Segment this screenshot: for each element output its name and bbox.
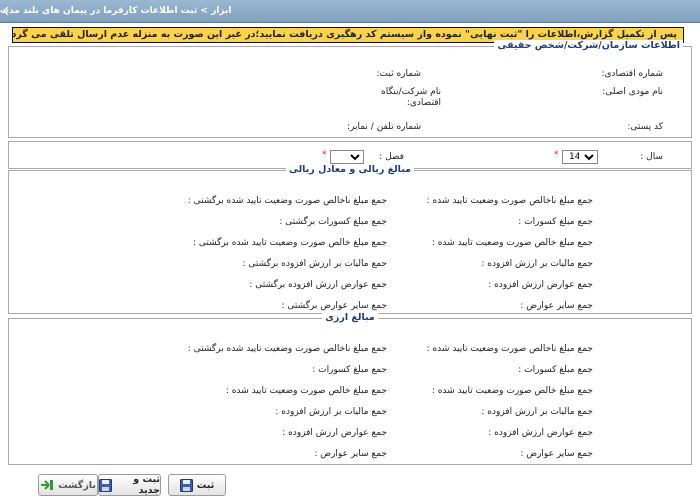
foreign-left-label: جمع مبلغ خالص صورت وضعیت تایید شده : xyxy=(225,386,387,396)
back-button-label: بازگشت xyxy=(58,479,96,491)
page-title: ابزار > ثبت اطلاعات کارفرما در پیمان های… xyxy=(0,6,232,16)
foreign-right-label: جمع مبلغ خالص صورت وضعیت تایید شده : xyxy=(431,386,593,396)
rial-left-label: جمع سایر عوارض برگشتی : xyxy=(281,301,387,311)
back-arrow-icon xyxy=(40,479,54,491)
submit-button-label: ثبت xyxy=(196,479,215,491)
foreign-right-label: جمع مبلغ ناخالص صورت وضعیت تایید شده : xyxy=(426,344,593,354)
foreign-left-label: جمع مبلغ ناخالص صورت وضعیت تایید شده برگ… xyxy=(187,344,387,354)
rial-right-label: جمع عوارض ارزش افزوده : xyxy=(488,280,593,290)
foreign-right-label: جمع سایر عوارض : xyxy=(520,449,593,459)
season-required-mark: * xyxy=(322,150,327,160)
back-button[interactable]: بازگشت xyxy=(38,474,98,496)
rial-amounts-legend: مبالغ ریالی و معادل ریالی xyxy=(285,164,415,175)
company-name-label: نام شرکت/بنگاه اقتصادی: xyxy=(381,87,441,108)
taxpayer-name-label: نام مودی اصلی: xyxy=(602,87,663,97)
save-icon xyxy=(179,478,193,492)
rial-left-label: جمع مالیات بر ارزش افزوده برگشتی : xyxy=(242,259,387,269)
foreign-amounts-section: مبالغ ارزی جمع مبلغ ناخالص صورت وضعیت تا… xyxy=(8,312,692,465)
company-info-legend: اطلاعات سازمان/شرکت/شخص حقیقی xyxy=(494,40,683,51)
foreign-left-label: جمع مبلغ کسورات : xyxy=(312,365,387,375)
submit-new-button[interactable]: ثبت و جدید xyxy=(98,474,161,496)
foreign-right-label: جمع مالیات بر ارزش افزوده : xyxy=(481,407,593,417)
submit-button[interactable]: ثبت xyxy=(168,474,226,496)
rial-right-label: جمع مبلغ ناخالص صورت وضعیت تایید شده : xyxy=(426,196,593,206)
rial-right-label: جمع مالیات بر ارزش افزوده : xyxy=(481,259,593,269)
rial-left-label: جمع مبلغ خالص صورت وضعیت تایید شده برگشت… xyxy=(192,238,387,248)
foreign-amounts-legend: مبالغ ارزی xyxy=(322,312,378,323)
rial-left-label: جمع مبلغ ناخالص صورت وضعیت تایید شده برگ… xyxy=(187,196,387,206)
rial-left-label: جمع عوارض ارزش افزوده برگشتی : xyxy=(249,280,387,290)
foreign-left-label: جمع سایر عوارض : xyxy=(314,449,387,459)
foreign-left-label: جمع عوارض ارزش افزوده : xyxy=(282,428,387,438)
year-label: سال : xyxy=(640,152,663,162)
rial-amounts-section: مبالغ ریالی و معادل ریالی جمع مبلغ ناخال… xyxy=(8,164,692,314)
page-header: ابزار > ثبت اطلاعات کارفرما در پیمان های… xyxy=(0,0,700,23)
rial-left-label: جمع مبلغ کسورات برگشتی : xyxy=(279,217,387,227)
submit-new-button-label: ثبت و جدید xyxy=(133,474,160,496)
rial-right-label: جمع مبلغ خالص صورت وضعیت تایید شده : xyxy=(431,238,593,248)
year-required-mark: * xyxy=(554,150,559,160)
season-label: فصل : xyxy=(379,152,404,162)
foreign-right-label: جمع عوارض ارزش افزوده : xyxy=(488,428,593,438)
year-select[interactable]: 1400 xyxy=(562,150,598,164)
season-select[interactable] xyxy=(330,150,364,164)
foreign-right-label: جمع مبلغ کسورات : xyxy=(518,365,593,375)
phone-fax-label: شماره تلفن / نمابر: xyxy=(346,122,421,132)
registration-no-label: شماره ثبت: xyxy=(376,69,422,79)
foreign-left-label: جمع مالیات بر ارزش افزوده : xyxy=(275,407,387,417)
rial-right-label: جمع مبلغ کسورات : xyxy=(518,217,593,227)
collapse-arrow-icon[interactable] xyxy=(0,0,12,22)
postal-code-label: کد پستی: xyxy=(627,122,663,132)
company-info-section: اطلاعات سازمان/شرکت/شخص حقیقی شماره اقتص… xyxy=(8,40,692,138)
rial-right-label: جمع سایر عوارض : xyxy=(520,301,593,311)
save-new-icon xyxy=(99,478,112,492)
economic-code-label: شماره اقتصادی: xyxy=(601,69,663,79)
